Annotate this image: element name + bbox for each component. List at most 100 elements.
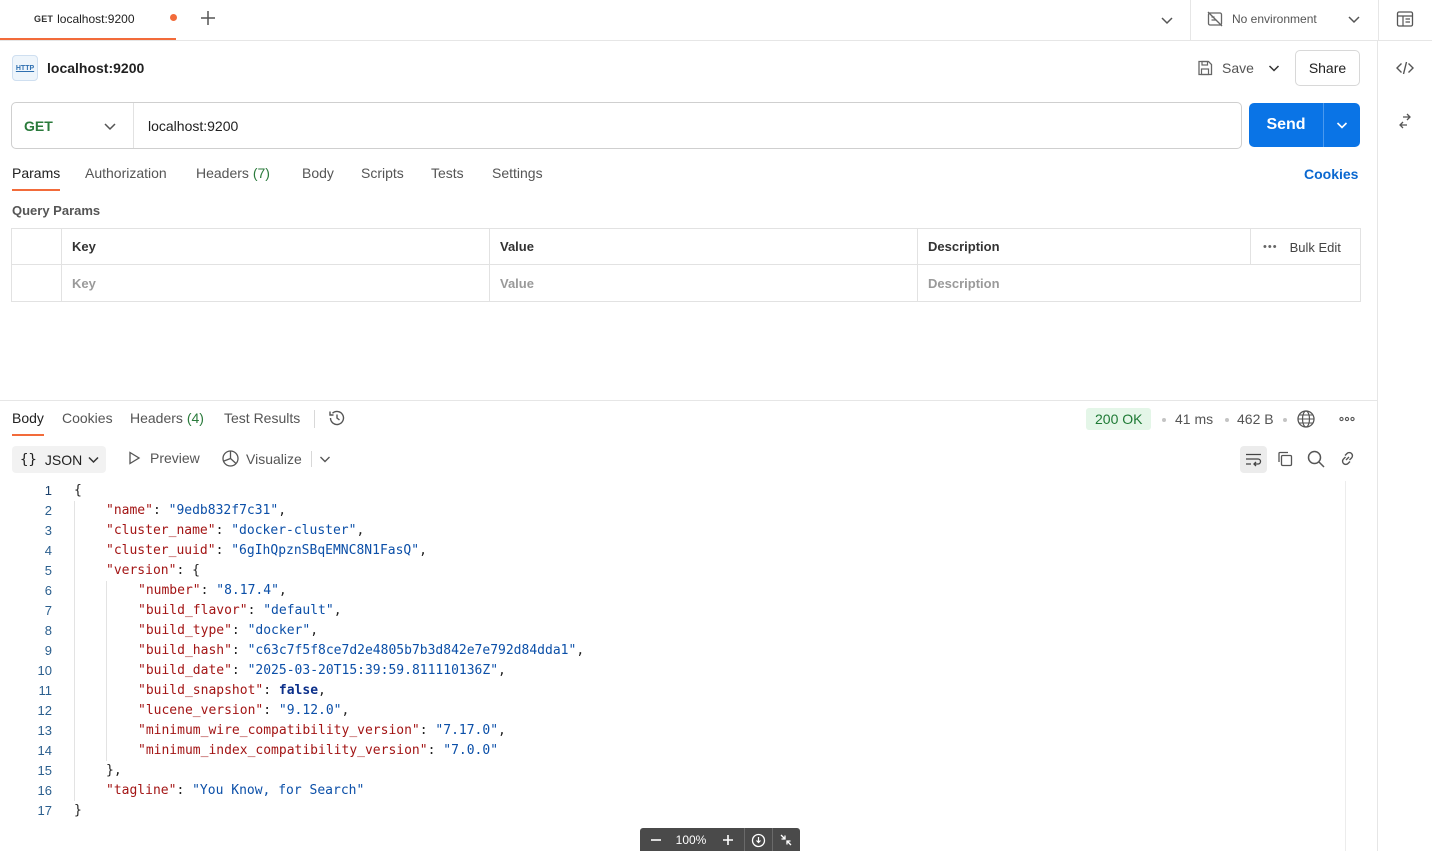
code-text: "name": "9edb832f7c31", — [106, 501, 286, 521]
separator-dot — [1162, 418, 1166, 422]
json-punctuation: : — [263, 683, 279, 698]
query-params-title: Query Params — [12, 203, 101, 218]
json-key: "cluster_name" — [106, 523, 216, 538]
share-button[interactable]: Share — [1295, 50, 1360, 86]
send-options-chevron-down-icon[interactable] — [1324, 103, 1360, 147]
preview-button[interactable]: Preview — [126, 450, 200, 466]
code-line: 6 "number": "8.17.4", — [0, 581, 1345, 601]
response-tab-headers[interactable]: Headers (4) — [130, 410, 204, 434]
json-punctuation: : — [152, 503, 169, 518]
response-tab-cookies[interactable]: Cookies — [62, 410, 113, 434]
cookies-link[interactable]: Cookies — [1304, 166, 1358, 182]
copy-icon[interactable] — [1276, 450, 1294, 468]
request-tab[interactable]: GET localhost:9200 — [0, 0, 177, 40]
visualize-label: Visualize — [246, 450, 302, 467]
format-label: JSON — [44, 451, 83, 468]
json-punctuation: }, — [106, 763, 122, 778]
json-key: "build_hash" — [138, 643, 232, 658]
response-size[interactable]: 462 B — [1237, 411, 1274, 427]
json-key: "build_date" — [138, 663, 232, 678]
save-options-chevron-down-icon[interactable] — [1263, 56, 1285, 80]
json-string: "6gIhQpznSBqEMNC8N1FasQ" — [231, 543, 420, 558]
tab-authorization[interactable]: Authorization — [85, 165, 167, 189]
tab-tests[interactable]: Tests — [431, 165, 464, 189]
wrap-lines-button[interactable] — [1240, 446, 1267, 473]
network-globe-icon[interactable] — [1296, 409, 1316, 429]
code-line: 12 "lucene_version": "9.12.0", — [0, 701, 1345, 721]
description-input[interactable]: Description — [918, 265, 1360, 301]
tab-scripts[interactable]: Scripts — [361, 165, 404, 189]
more-options-icon[interactable] — [1337, 410, 1357, 428]
key-input[interactable]: Key — [62, 265, 490, 301]
json-string: "7.0.0" — [443, 743, 499, 758]
tab-settings[interactable]: Settings — [492, 165, 543, 189]
search-icon[interactable] — [1306, 449, 1326, 469]
new-tab-plus-icon[interactable] — [198, 8, 218, 28]
save-icon — [1196, 59, 1214, 77]
tab-headers[interactable]: Headers (7) — [196, 165, 270, 189]
value-input[interactable]: Value — [490, 265, 918, 301]
url-input[interactable] — [134, 103, 1241, 148]
zoom-level: 100% — [675, 833, 707, 847]
environment-chevron-down-icon[interactable] — [1346, 11, 1362, 27]
code-text: "cluster_uuid": "6gIhQpznSBqEMNC8N1FasQ"… — [106, 541, 427, 561]
status-badge[interactable]: 200 OK — [1086, 408, 1152, 430]
visualize-button[interactable]: Visualize — [221, 449, 302, 468]
json-key: "tagline" — [106, 783, 177, 798]
json-punctuation: : — [215, 543, 232, 558]
save-label: Save — [1222, 60, 1254, 76]
send-button[interactable]: Send — [1249, 103, 1324, 147]
more-options-icon[interactable]: ••• — [1263, 241, 1278, 253]
response-divider[interactable] — [0, 400, 1377, 401]
unsaved-indicator — [170, 14, 177, 21]
zoom-reset-icon[interactable] — [746, 830, 770, 850]
method-select[interactable]: GET — [12, 103, 134, 148]
tab-body[interactable]: Body — [302, 165, 334, 189]
zoom-in-plus-icon[interactable] — [716, 830, 740, 850]
divider — [314, 410, 315, 428]
response-tab-test-results[interactable]: Test Results — [224, 410, 300, 434]
line-number: 5 — [44, 563, 52, 578]
related-collections-icon[interactable] — [1396, 111, 1414, 131]
json-punctuation: , — [333, 603, 342, 618]
column-header-key: Key — [62, 229, 490, 264]
code-snippet-icon[interactable] — [1395, 58, 1415, 78]
code-scrollbar[interactable] — [1345, 481, 1346, 851]
tab-params[interactable]: Params — [12, 165, 61, 191]
code-line: 10 "build_date": "2025-03-20T15:39:59.811… — [0, 661, 1345, 681]
tabs-menu-chevron-down-icon[interactable] — [1158, 11, 1176, 29]
json-key: "build_flavor" — [138, 603, 248, 618]
json-string: "default" — [263, 603, 334, 618]
json-string: "2025-03-20T15:39:59.811110136Z" — [247, 663, 499, 678]
zoom-out-minus-icon[interactable] — [644, 830, 668, 850]
save-button[interactable]: Save — [1190, 52, 1260, 84]
json-punctuation: : — [231, 643, 248, 658]
json-punctuation: : — [263, 703, 279, 718]
response-format-select[interactable]: {} JSON — [12, 446, 106, 473]
response-tab-body[interactable]: Body — [12, 410, 44, 436]
code-text: "build_flavor": "default", — [138, 601, 342, 621]
code-text: "number": "8.17.4", — [138, 581, 287, 601]
code-text: "cluster_name": "docker-cluster", — [106, 521, 364, 541]
history-icon[interactable] — [327, 408, 347, 428]
visualize-chevron-down-icon[interactable] — [318, 452, 332, 466]
code-text: "minimum_wire_compatibility_version": "7… — [138, 721, 506, 741]
collapse-arrows-icon[interactable] — [774, 830, 798, 850]
line-number: 1 — [44, 483, 52, 498]
divider — [1190, 0, 1191, 40]
indent-guide — [74, 501, 75, 801]
json-punctuation: , — [318, 683, 326, 698]
response-body-code[interactable]: 1{2 "name": "9edb832f7c31", 3 "cluster_name… — [0, 481, 1345, 821]
line-number: 11 — [38, 683, 53, 698]
wrap-lines-icon — [1246, 453, 1262, 467]
code-line: 4 "cluster_uuid": "6gIhQpznSBqEMNC8N1FasQ… — [0, 541, 1345, 561]
bulk-edit-button[interactable]: ••• Bulk Edit — [1250, 229, 1360, 265]
link-icon[interactable] — [1338, 449, 1357, 468]
json-punctuation: : — [427, 743, 444, 758]
environment-quick-look-icon[interactable] — [1395, 9, 1415, 29]
environment-selector[interactable]: No environment — [1206, 8, 1317, 30]
json-string: "c63c7f5f8ce7d2e4805b7b3d842e7e792d84dda… — [247, 643, 577, 658]
request-name[interactable]: localhost:9200 — [47, 60, 144, 76]
response-time[interactable]: 41 ms — [1175, 411, 1213, 427]
code-line: 5 "version": { — [0, 561, 1345, 581]
